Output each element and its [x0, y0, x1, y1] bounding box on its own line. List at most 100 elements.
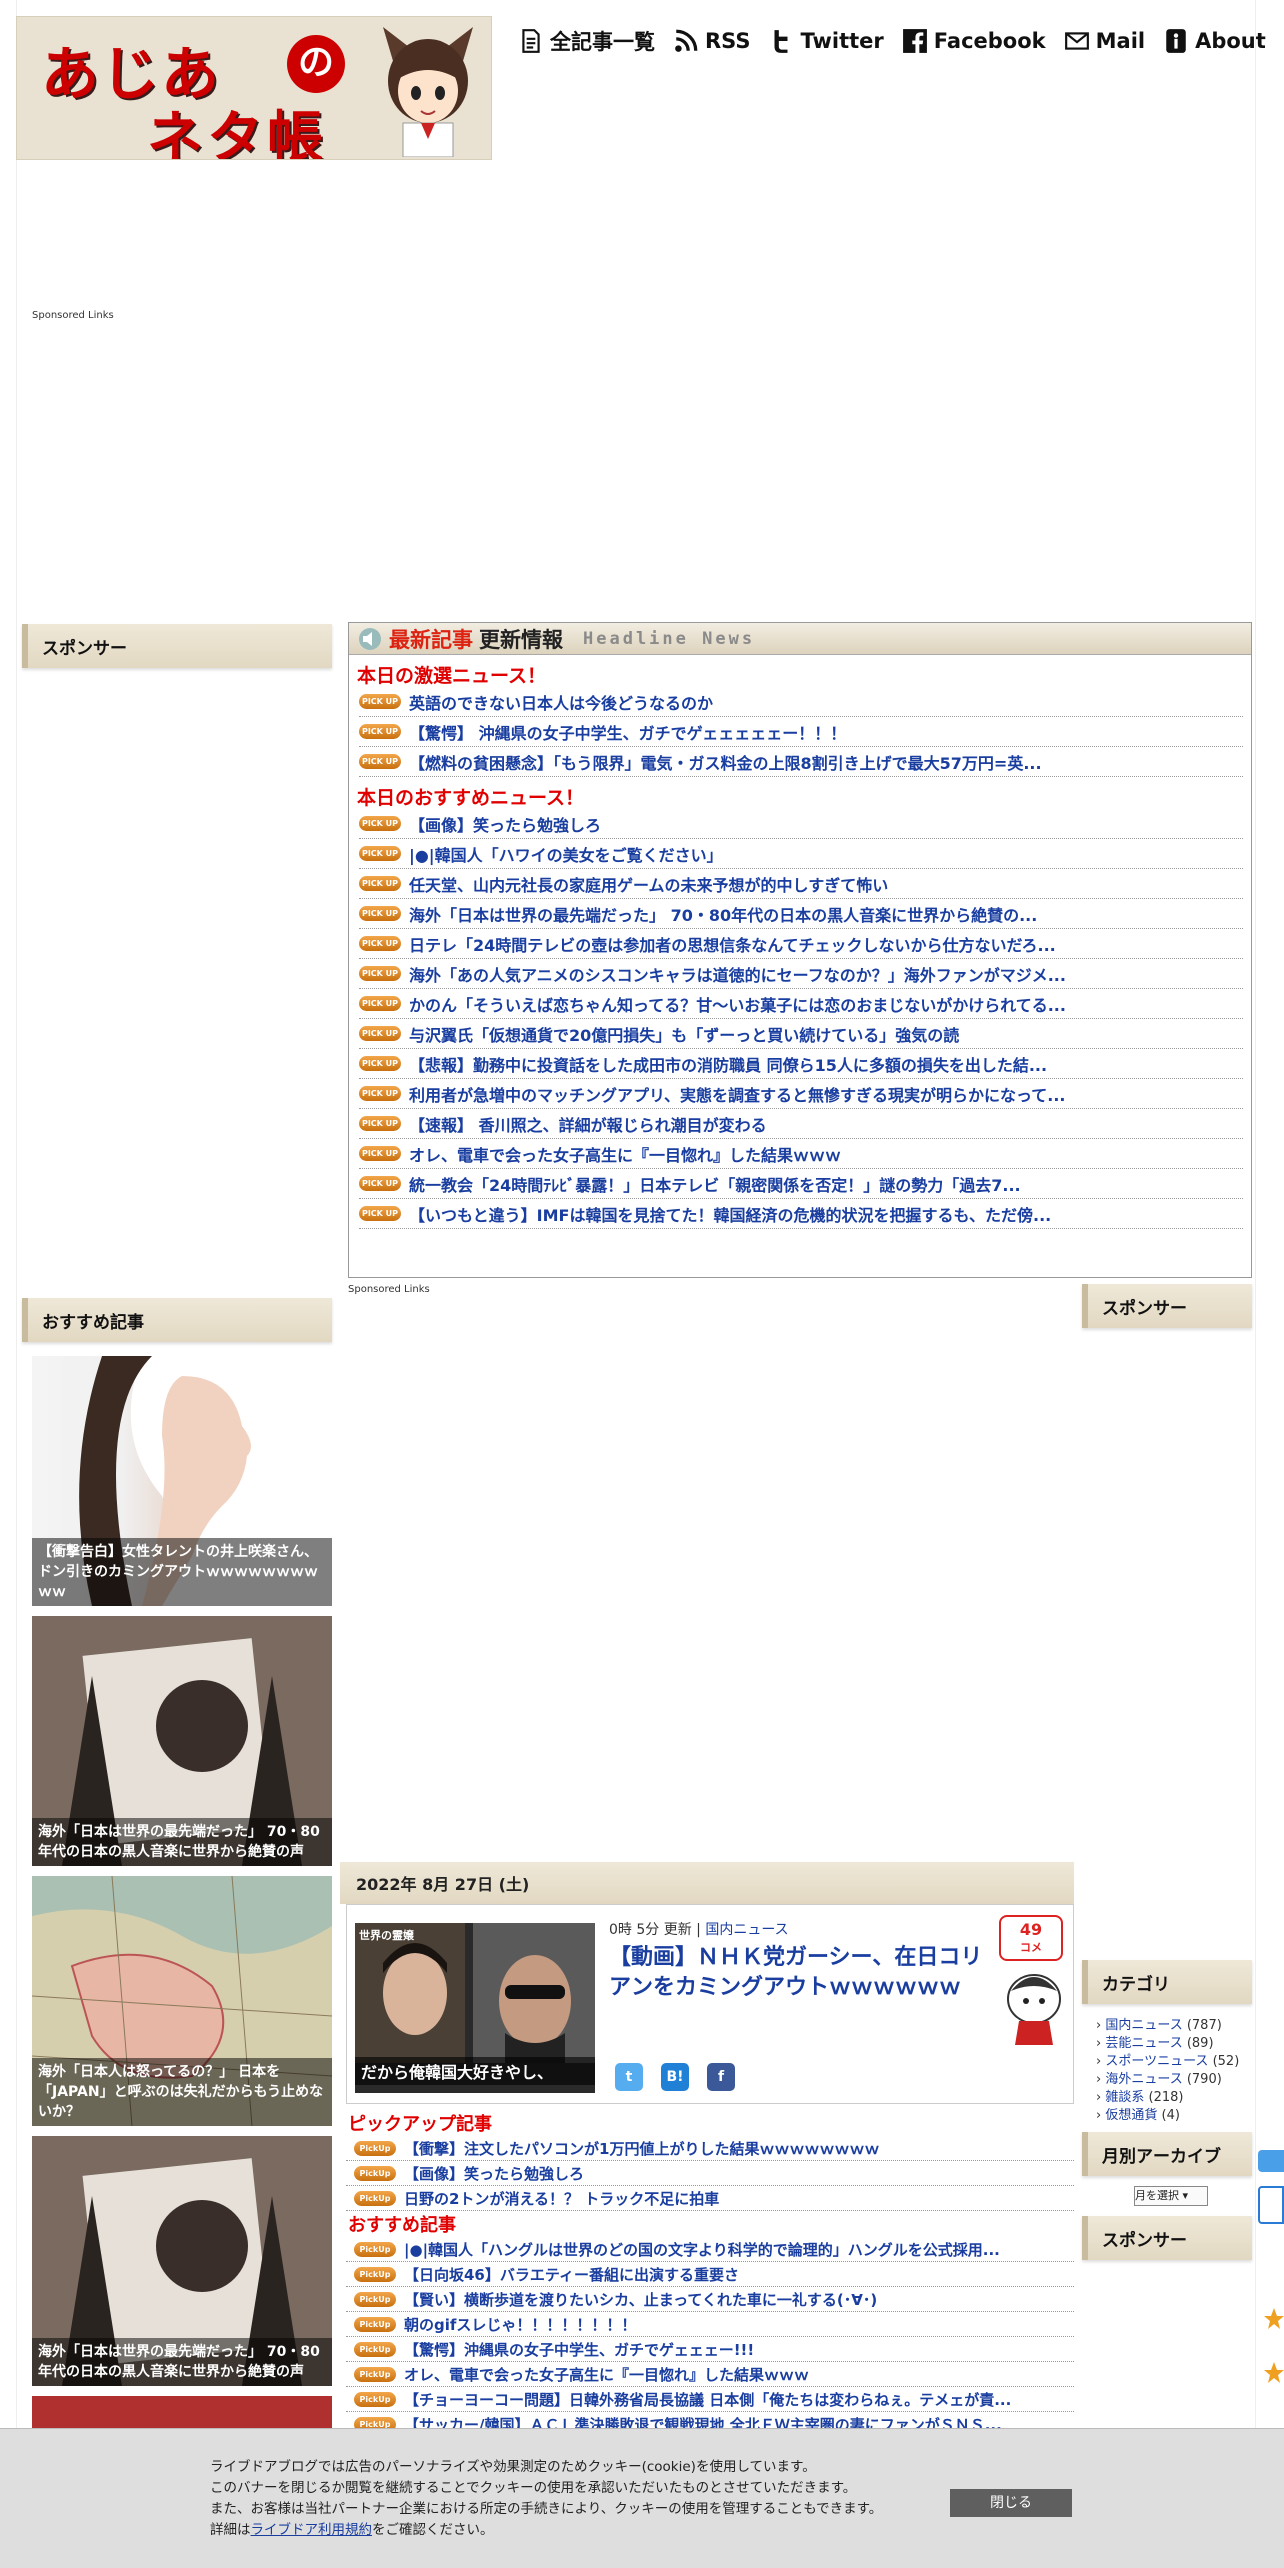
comment-label: コメ — [1020, 1941, 1042, 1954]
category-item[interactable]: › 雑談系 (218) — [1096, 2086, 1239, 2105]
news-list-item[interactable]: PICK UP |●|韓国人「ハワイの美女をご覧ください」 — [359, 839, 1243, 869]
news-link[interactable]: 【チョーヨーコー問題】日韓外務省局長協議 日本側「俺たちは変わらねぇ。テメェが責… — [404, 2389, 1011, 2410]
site-logo[interactable]: あじあ の ネタ帳 — [16, 16, 492, 160]
recommend-card[interactable]: 【衝撃告白】女性タレントの井上咲楽さん、ドン引きのカミングアウトｗｗｗｗｗｗｗｗ… — [32, 1356, 332, 1606]
news-link[interactable]: 【速報】 香川照之、詳細が報じられ潮目が変わる — [409, 1112, 767, 1136]
news-list-item[interactable]: PICK UP 日テレ「24時間テレビの壺は参加者の思想信条なんてチェックしないか… — [359, 929, 1243, 959]
news-link[interactable]: 任天堂、山内元社長の家庭用ゲームの未来予想が的中しすぎて怖い — [409, 872, 888, 896]
nav-about[interactable]: About — [1163, 28, 1266, 54]
news-link[interactable]: 【燃料の貧困懸念】「もう限界」電気・ガス料金の上限8割引き上げで最大57万円=英… — [409, 750, 1042, 774]
category-item[interactable]: › 海外ニュース (790) — [1096, 2068, 1239, 2087]
news-list-item[interactable]: PICK UP 【画像】笑ったら勉強しろ — [359, 809, 1243, 839]
news-list-item[interactable]: PICK UP 統一教会「24時間ﾃﾚﾋﾞ暴露！」日本テレビ「親密関係を否定！」謎… — [359, 1169, 1243, 1199]
news-list-item[interactable]: PickUp 【驚愕】沖縄県の女子中学生、ガチでゲェェェー!!! — [346, 2337, 1074, 2362]
news-list-item[interactable]: PICK UP 【驚愕】 沖縄県の女子中学生、ガチでゲェェェェェー！！！ — [359, 717, 1243, 747]
news-list-item[interactable]: PICK UP かのん「そういえば恋ちゃん知ってる？甘～いお菓子には恋のおまじない… — [359, 989, 1243, 1019]
right-sponsor-header-2: スポンサー — [1082, 2216, 1252, 2260]
news-link[interactable]: 朝のgifスレじゃ！！！！！！！！ — [404, 2314, 636, 2335]
float-hatena-icon[interactable] — [1258, 2186, 1284, 2224]
news-list-item[interactable]: PICK UP 任天堂、山内元社長の家庭用ゲームの未来予想が的中しすぎて怖い — [359, 869, 1243, 899]
article-category-link[interactable]: 国内ニュース — [705, 1922, 788, 1938]
share-hatena-icon[interactable]: B! — [661, 2063, 689, 2091]
news-list-item[interactable]: PickUp 【画像】笑ったら勉強しろ — [346, 2161, 1074, 2186]
news-list-item[interactable]: PICK UP 利用者が急増中のマッチングアプリ、実態を調査すると無慘すぎる現実が… — [359, 1079, 1243, 1109]
nav-rss[interactable]: RSS — [673, 28, 750, 54]
news-link[interactable]: |●|韓国人「ハングルは世界のどの国の文字より科学的で論理的」ハングルを公式採用… — [404, 2239, 1000, 2260]
news-list-item[interactable]: PICK UP 【いつもと違う】IMFは韓国を見捨てた！韓国経済の危機的状況を把握… — [359, 1199, 1243, 1229]
news-link[interactable]: 与沢翼氏「仮想通貨で20億円損失」も「ずーっと買い続けている」強気の読 — [409, 1022, 959, 1046]
news-list-item[interactable]: PickUp 【チョーヨーコー問題】日韓外務省局長協議 日本側「俺たちは変わらねぇ… — [346, 2387, 1074, 2412]
news-list-item[interactable]: PickUp 【衝撃】注文したパソコンが1万円値上がりした結果ｗｗｗｗｗｗｗｗ — [346, 2136, 1074, 2161]
news-link[interactable]: 【賢い】横断歩道を渡りたいシカ、止まってくれた車に一礼する(･∀･) — [404, 2289, 877, 2310]
category-name[interactable]: スポーツニュース — [1105, 2054, 1208, 2069]
news-link[interactable]: 【画像】笑ったら勉強しろ — [404, 2163, 584, 2184]
category-item[interactable]: › 国内ニュース (787) — [1096, 2014, 1239, 2033]
news-link[interactable]: 【いつもと違う】IMFは韓国を見捨てた！韓国経済の危機的状況を把握するも、ただ傍… — [409, 1202, 1051, 1226]
share-facebook-icon[interactable]: f — [707, 2063, 735, 2091]
news-link[interactable]: 海外「あの人気アニメのシスコンキャラは道徳的にセーフなのか？」海外ファンがマジメ… — [409, 962, 1066, 986]
share-twitter-icon[interactable]: t — [615, 2063, 643, 2091]
news-list-item[interactable]: PickUp 朝のgifスレじゃ！！！！！！！！ — [346, 2312, 1074, 2337]
news-link[interactable]: 【驚愕】沖縄県の女子中学生、ガチでゲェェェー!!! — [404, 2339, 754, 2360]
pickup-badge-icon: PICK UP — [359, 1146, 401, 1161]
news-link[interactable]: オレ、電車で会った女子高生に『一目惚れ』した結果ｗｗｗ — [409, 1142, 841, 1166]
news-link[interactable]: 【衝撃】注文したパソコンが1万円値上がりした結果ｗｗｗｗｗｗｗｗ — [404, 2138, 879, 2159]
news-list-item[interactable]: PickUp オレ、電車で会った女子高生に『一目惚れ』した結果ｗｗｗ — [346, 2362, 1074, 2387]
news-link[interactable]: 【画像】笑ったら勉強しろ — [409, 812, 601, 836]
news-list-item[interactable]: PickUp |●|韓国人「ハングルは世界のどの国の文字より科学的で論理的」ハング… — [346, 2237, 1074, 2262]
news-link[interactable]: オレ、電車で会った女子高生に『一目惚れ』した結果ｗｗｗ — [404, 2364, 809, 2385]
float-like-icon[interactable] — [1264, 2306, 1284, 2346]
terms-link[interactable]: ライブドア利用規約 — [251, 2522, 373, 2538]
logo-text-line2: ネタ帳 — [147, 106, 327, 160]
nav-all-articles[interactable]: 全記事一覧 — [518, 26, 655, 56]
thumbnail-caption: だから俺韓国大好きやし、 — [355, 2057, 595, 2085]
recommend-card[interactable]: 海外「日本は世界の最先端だった」 70・80年代の日本の黒人音楽に世界から絶賛の… — [32, 2136, 332, 2386]
news-link[interactable]: 利用者が急増中のマッチングアプリ、実態を調査すると無慘すぎる現実が明らかになって… — [409, 1082, 1065, 1106]
category-name[interactable]: 雑談系 — [1105, 2090, 1144, 2105]
news-link[interactable]: かのん「そういえば恋ちゃん知ってる？甘～いお菓子には恋のおまじないがかけられてる… — [409, 992, 1066, 1016]
news-link[interactable]: 【驚愕】 沖縄県の女子中学生、ガチでゲェェェェェー！！！ — [409, 720, 846, 744]
news-list-item[interactable]: PICK UP 与沢翼氏「仮想通貨で20億円損失」も「ずーっと買い続けている」強気… — [359, 1019, 1243, 1049]
article-title[interactable]: 【動画】ＮＨＫ党ガーシー、在日コリアンをカミングアウトｗｗｗｗｗｗ — [609, 1943, 989, 2003]
nav-facebook[interactable]: Facebook — [902, 28, 1046, 54]
headline-news-box: 最新記事 更新情報 Headline News 本日の激選ニュース！ PICK … — [348, 622, 1252, 1278]
category-item[interactable]: › スポーツニュース (52) — [1096, 2050, 1239, 2069]
recommend-card-partial[interactable] — [32, 2396, 332, 2428]
news-list-item[interactable]: PICK UP 【燃料の貧困懸念】「もう限界」電気・ガス料金の上限8割引き上げで最… — [359, 747, 1243, 777]
comment-count-badge[interactable]: 49 コメ — [999, 1915, 1063, 1961]
category-item[interactable]: › 芸能ニュース (89) — [1096, 2032, 1239, 2051]
recommend-card[interactable]: 海外「日本人は怒ってるの？」 日本を「JAPAN」と呼ぶのは失礼だからもう止めな… — [32, 1876, 332, 2126]
category-name[interactable]: 海外ニュース — [1105, 2072, 1182, 2087]
news-link[interactable]: 日野の2トンが消える！？ トラック不足に拍車 — [404, 2188, 719, 2209]
archive-select[interactable]: 月を選択 ▾ — [1134, 2186, 1208, 2206]
news-list-item[interactable]: PICK UP オレ、電車で会った女子高生に『一目惚れ』した結果ｗｗｗ — [359, 1139, 1243, 1169]
news-list-item[interactable]: PICK UP 【速報】 香川照之、詳細が報じられ潮目が変わる — [359, 1109, 1243, 1139]
news-list-item[interactable]: PickUp 日野の2トンが消える！？ トラック不足に拍車 — [346, 2186, 1074, 2211]
speaker-icon — [359, 627, 381, 650]
headline-title-black: 更新情報 — [479, 627, 563, 652]
category-item[interactable]: › 仮想通貨 (4) — [1096, 2104, 1239, 2123]
category-name[interactable]: 芸能ニュース — [1105, 2036, 1182, 2051]
nav-mail[interactable]: Mail — [1064, 28, 1145, 54]
float-star-icon[interactable] — [1264, 2360, 1284, 2400]
news-link[interactable]: 【悲報】勤務中に投資話をした成田市の消防職員 同僚ら15人に多額の損失を出した結… — [409, 1052, 1047, 1076]
news-list-item[interactable]: PICK UP 海外「日本は世界の最先端だった」 70・80年代の日本の黒人音楽に… — [359, 899, 1243, 929]
news-link[interactable]: |●|韓国人「ハワイの美女をご覧ください」 — [409, 842, 723, 866]
category-name[interactable]: 仮想通貨 — [1105, 2108, 1157, 2123]
news-link[interactable]: 【日向坂46】バラエティー番組に出演する重要さ — [404, 2264, 739, 2285]
category-name[interactable]: 国内ニュース — [1105, 2018, 1182, 2033]
news-link[interactable]: 日テレ「24時間テレビの壺は参加者の思想信条なんてチェックしないから仕方ないだろ… — [409, 932, 1056, 956]
news-list-item[interactable]: PICK UP 海外「あの人気アニメのシスコンキャラは道徳的にセーフなのか？」海外… — [359, 959, 1243, 989]
news-link[interactable]: 海外「日本は世界の最先端だった」 70・80年代の日本の黒人音楽に世界から絶賛の… — [409, 902, 1037, 926]
cookie-close-button[interactable]: 閉じる — [950, 2489, 1072, 2517]
news-link[interactable]: 英語のできない日本人は今後どうなるのか — [409, 690, 713, 714]
news-list-item[interactable]: PickUp 【賢い】横断歩道を渡りたいシカ、止まってくれた車に一礼する(･∀･) — [346, 2287, 1074, 2312]
recommend-card[interactable]: 海外「日本は世界の最先端だった」 70・80年代の日本の黒人音楽に世界から絶賛の… — [32, 1616, 332, 1866]
news-list-item[interactable]: PICK UP 英語のできない日本人は今後どうなるのか — [359, 687, 1243, 717]
news-list-item[interactable]: PickUp 【日向坂46】バラエティー番組に出演する重要さ — [346, 2262, 1074, 2287]
float-twitter-icon[interactable] — [1258, 2150, 1284, 2172]
news-link[interactable]: 統一教会「24時間ﾃﾚﾋﾞ暴露！」日本テレビ「親密関係を否定！」謎の勢力「過去7… — [409, 1172, 1021, 1196]
news-list-item[interactable]: PICK UP 【悲報】勤務中に投資話をした成田市の消防職員 同僚ら15人に多額の… — [359, 1049, 1243, 1079]
article-thumbnail[interactable]: 世界の霊嬢 だから俺韓国大好きやし、 — [355, 1923, 595, 2093]
nav-twitter[interactable]: Twitter — [768, 28, 884, 54]
